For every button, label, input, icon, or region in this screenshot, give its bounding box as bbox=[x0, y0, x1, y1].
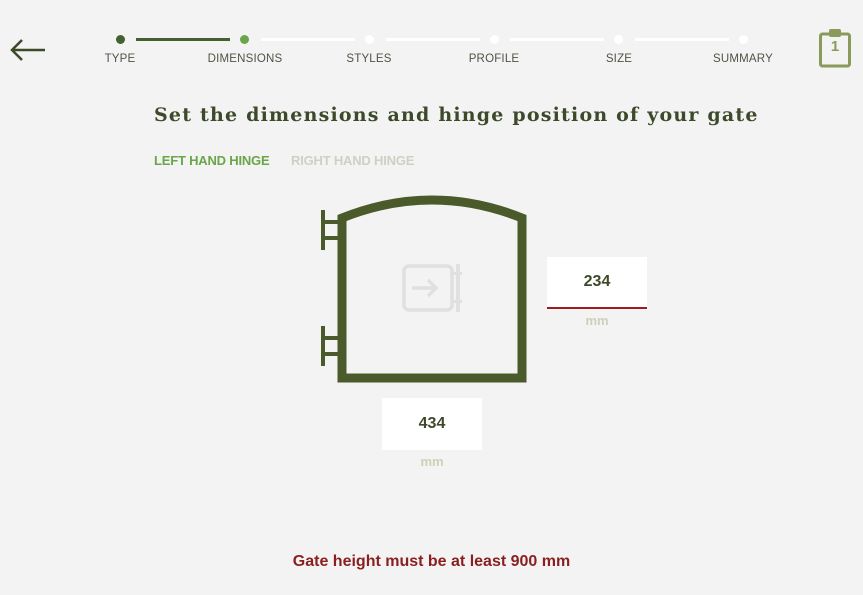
gate-height-input[interactable] bbox=[382, 398, 482, 450]
step-label-summary[interactable]: SUMMARY bbox=[688, 53, 798, 65]
step-dot-size[interactable] bbox=[614, 35, 623, 44]
step-dot-dimensions[interactable] bbox=[240, 35, 249, 44]
right-hand-hinge-option[interactable]: RIGHT HAND HINGE bbox=[291, 153, 414, 168]
step-label-size[interactable]: SIZE bbox=[564, 53, 674, 65]
arrow-left-icon bbox=[10, 39, 45, 61]
step-dot-styles[interactable] bbox=[365, 35, 374, 44]
validation-error-message: Gate height must be at least 900 mm bbox=[292, 553, 571, 570]
step-dot-type[interactable] bbox=[116, 35, 125, 44]
back-button[interactable] bbox=[8, 36, 48, 64]
cart-count-badge: 1 bbox=[830, 38, 840, 55]
step-label-type[interactable]: TYPE bbox=[65, 53, 175, 65]
gate-width-input[interactable] bbox=[547, 257, 647, 309]
height-unit-label: mm bbox=[420, 454, 444, 469]
step-dot-profile[interactable] bbox=[490, 35, 499, 44]
page-title: Set the dimensions and hinge position of… bbox=[154, 104, 759, 126]
width-unit-label: mm bbox=[585, 313, 609, 328]
stepper-line bbox=[136, 38, 230, 41]
step-label-styles[interactable]: STYLES bbox=[314, 53, 424, 65]
step-label-profile[interactable]: PROFILE bbox=[439, 53, 549, 65]
hinge-bottom bbox=[321, 326, 339, 366]
step-label-dimensions[interactable]: DIMENSIONS bbox=[190, 53, 300, 65]
gate-diagram bbox=[321, 195, 527, 383]
left-hand-hinge-option[interactable]: LEFT HAND HINGE bbox=[154, 153, 270, 168]
stepper-line bbox=[386, 38, 480, 41]
hinge-top bbox=[321, 210, 339, 250]
gate-opening-icon bbox=[402, 264, 462, 312]
stepper-line bbox=[261, 38, 355, 41]
stepper-line bbox=[635, 38, 729, 41]
step-dot-summary[interactable] bbox=[739, 35, 748, 44]
stepper-line bbox=[510, 38, 604, 41]
